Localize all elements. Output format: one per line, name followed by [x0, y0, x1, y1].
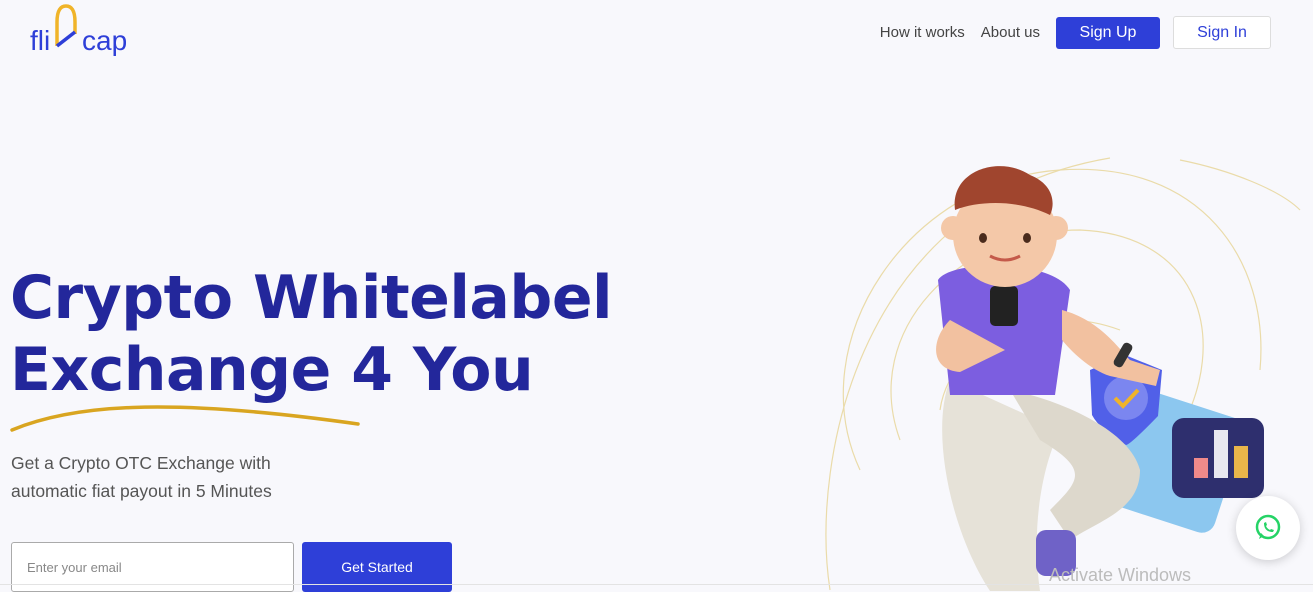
nav-how-it-works[interactable]: How it works — [880, 24, 965, 41]
headline-line-2: Exchange 4 You — [10, 335, 534, 405]
page-divider — [0, 584, 1313, 585]
hero-subtext: Get a Crypto OTC Exchange with automatic… — [11, 453, 272, 501]
character — [936, 166, 1160, 591]
brand-logo[interactable]: fli cap — [30, 4, 150, 62]
sign-up-button[interactable]: Sign Up — [1056, 16, 1160, 49]
activate-windows-watermark: Activate Windows — [1049, 565, 1192, 585]
headline-underline — [10, 405, 360, 432]
hero-headline: Crypto Whitelabel Exchange 4 You — [10, 262, 613, 406]
logo-text-right: cap — [82, 25, 127, 56]
whatsapp-icon — [1255, 514, 1281, 540]
top-nav: How it works About us Sign Up Sign In — [880, 16, 1271, 49]
nav-about-us[interactable]: About us — [981, 24, 1040, 41]
sign-in-button[interactable]: Sign In — [1173, 16, 1271, 49]
headline-line-1: Crypto Whitelabel — [10, 263, 613, 333]
whatsapp-chat-button[interactable] — [1236, 496, 1300, 560]
logo-text-left: fli — [30, 25, 50, 56]
